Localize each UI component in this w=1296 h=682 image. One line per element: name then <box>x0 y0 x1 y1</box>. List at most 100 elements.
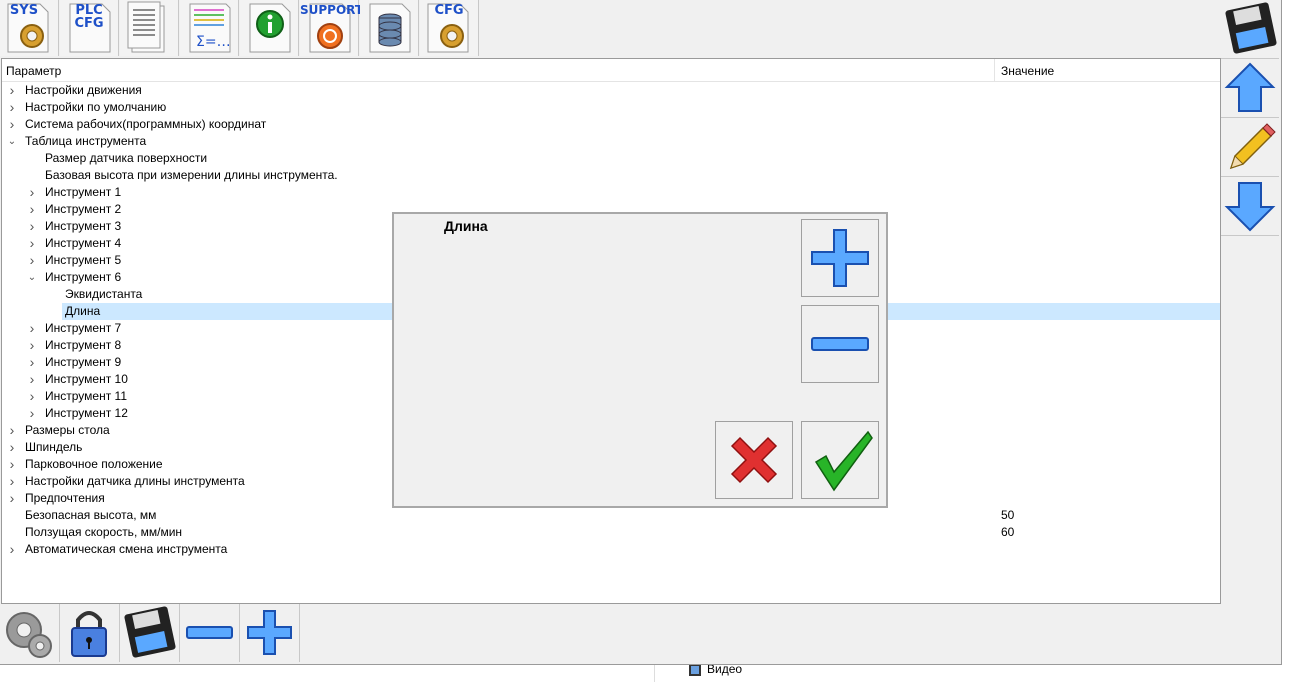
background-window <box>1281 0 1296 682</box>
support-label: SUPPORT <box>300 3 364 17</box>
tree-row-label: Настройки движения <box>25 83 142 97</box>
tree-row-label: Размеры стола <box>25 423 110 437</box>
tree-row-label: Эквидистанта <box>65 287 143 301</box>
plus-icon <box>811 229 869 287</box>
chevron-right-icon[interactable]: › <box>25 354 39 371</box>
tree-row-label: Размер датчика поверхности <box>45 151 208 165</box>
config-window: SYS PLC CFG Σ=… SUPPORT CFG Параметр Зна… <box>0 0 1282 665</box>
move-up-button[interactable] <box>1221 59 1279 118</box>
cancel-button[interactable] <box>715 421 793 499</box>
chevron-right-icon[interactable]: › <box>5 82 19 99</box>
close-icon <box>730 436 778 484</box>
tree-row-label: Инструмент 1 <box>45 185 122 199</box>
column-header-parameter[interactable]: Параметр <box>6 64 61 78</box>
chevron-right-icon[interactable]: › <box>25 218 39 235</box>
chevron-right-icon[interactable]: › <box>5 422 19 439</box>
formula-icon: Σ=… <box>189 3 231 53</box>
tree-row-label: Таблица инструмента <box>25 134 147 148</box>
chevron-right-icon[interactable]: › <box>25 201 39 218</box>
tree-row-label: Инструмент 12 <box>45 406 128 420</box>
remove-button[interactable] <box>180 604 240 662</box>
sys-label: SYS <box>9 3 39 18</box>
chevron-right-icon[interactable]: › <box>5 490 19 507</box>
dialog-title: Длина <box>444 218 488 234</box>
chevron-down-icon[interactable]: ⌄ <box>25 269 39 286</box>
arrow-up-icon <box>1224 62 1276 112</box>
database-icon <box>369 3 411 53</box>
tree-row[interactable]: › Система рабочих(программных) координат <box>2 116 1220 133</box>
save-button[interactable] <box>1221 0 1279 59</box>
save-config-button[interactable] <box>120 604 180 662</box>
chevron-right-icon[interactable]: › <box>5 99 19 116</box>
chevron-right-icon[interactable]: › <box>25 235 39 252</box>
tree-row[interactable]: Базовая высота при измерении длины инстр… <box>2 167 1220 184</box>
chevron-down-icon[interactable]: ⌄ <box>5 133 19 150</box>
info-button[interactable] <box>240 0 299 56</box>
cfg-button[interactable]: CFG <box>420 0 479 56</box>
tree-row-label: Инструмент 6 <box>45 270 122 284</box>
tree-row-label: Ползущая скорость, мм/мин <box>25 525 183 539</box>
chevron-right-icon[interactable]: › <box>5 473 19 490</box>
support-button[interactable]: SUPPORT <box>300 0 364 56</box>
chevron-right-icon[interactable]: › <box>5 439 19 456</box>
tree-row-label: Парковочное положение <box>25 457 163 471</box>
pencil-icon <box>1229 123 1276 170</box>
increase-button[interactable] <box>801 219 879 297</box>
padlock-icon <box>71 611 107 657</box>
tree-row-label: Инструмент 11 <box>45 389 127 403</box>
gears-icon <box>6 612 52 658</box>
database-button[interactable] <box>360 0 419 56</box>
lock-button[interactable] <box>60 604 120 662</box>
tree-row[interactable]: › Настройки по умолчанию <box>2 99 1220 116</box>
tree-row-label: Настройки по умолчанию <box>25 100 167 114</box>
column-header-value[interactable]: Значение <box>1001 64 1054 78</box>
edit-button[interactable] <box>1221 118 1279 177</box>
tree-row[interactable]: › Настройки движения <box>2 82 1220 99</box>
film-icon <box>689 664 701 676</box>
tree-row[interactable]: Ползущая скорость, мм/мин 60 <box>2 524 1220 541</box>
tree-row-label: Инструмент 3 <box>45 219 122 233</box>
tree-row[interactable]: Безопасная высота, мм 50 <box>2 507 1220 524</box>
tree-row[interactable]: ⌄ Таблица инструмента <box>2 133 1220 150</box>
tree-row-label: Инструмент 7 <box>45 321 122 335</box>
minus-icon <box>811 337 869 351</box>
chevron-right-icon[interactable]: › <box>25 371 39 388</box>
chevron-right-icon[interactable]: › <box>25 252 39 269</box>
decrease-button[interactable] <box>801 305 879 383</box>
tree-row-label: Базовая высота при измерении длины инстр… <box>45 168 338 182</box>
tree-row[interactable]: › Инструмент 1 <box>2 184 1220 201</box>
column-separator[interactable] <box>994 59 995 81</box>
formula-button[interactable]: Σ=… <box>180 0 239 56</box>
chevron-right-icon[interactable]: › <box>25 184 39 201</box>
tree-row[interactable]: Размер датчика поверхности <box>2 150 1220 167</box>
chevron-right-icon[interactable]: › <box>25 388 39 405</box>
chevron-right-icon[interactable]: › <box>5 116 19 133</box>
minus-icon <box>186 626 233 639</box>
settings-button[interactable] <box>0 604 60 662</box>
sys-button[interactable]: SYS <box>0 0 59 56</box>
chevron-right-icon[interactable]: › <box>25 405 39 422</box>
tree-row-label: Инструмент 8 <box>45 338 122 352</box>
chevron-right-icon[interactable]: › <box>25 337 39 354</box>
plus-icon <box>247 610 292 655</box>
plc-cfg-button[interactable]: PLC CFG <box>60 0 119 56</box>
chevron-right-icon[interactable]: › <box>5 541 19 558</box>
floppy-disk-icon <box>124 606 176 658</box>
text-document-icon <box>127 1 165 53</box>
move-down-button[interactable] <box>1221 177 1279 236</box>
tree-row-label: Инструмент 10 <box>45 372 128 386</box>
arrow-down-icon <box>1224 182 1276 232</box>
ok-button[interactable] <box>801 421 879 499</box>
tree-row[interactable]: › Автоматическая смена инструмента <box>2 541 1220 558</box>
tree-row-label: Инструмент 2 <box>45 202 122 216</box>
chevron-right-icon[interactable]: › <box>5 456 19 473</box>
add-button[interactable] <box>240 604 300 662</box>
log-button[interactable] <box>120 0 179 56</box>
top-toolbar: SYS PLC CFG Σ=… SUPPORT CFG <box>0 0 480 57</box>
floppy-disk-icon <box>1225 2 1277 54</box>
tree-header: Параметр Значение <box>2 59 1220 82</box>
tree-row-label: Шпиндель <box>25 440 83 454</box>
tree-row-label: Автоматическая смена инструмента <box>25 542 228 556</box>
tree-row-label: Система рабочих(программных) координат <box>25 117 267 131</box>
chevron-right-icon[interactable]: › <box>25 320 39 337</box>
